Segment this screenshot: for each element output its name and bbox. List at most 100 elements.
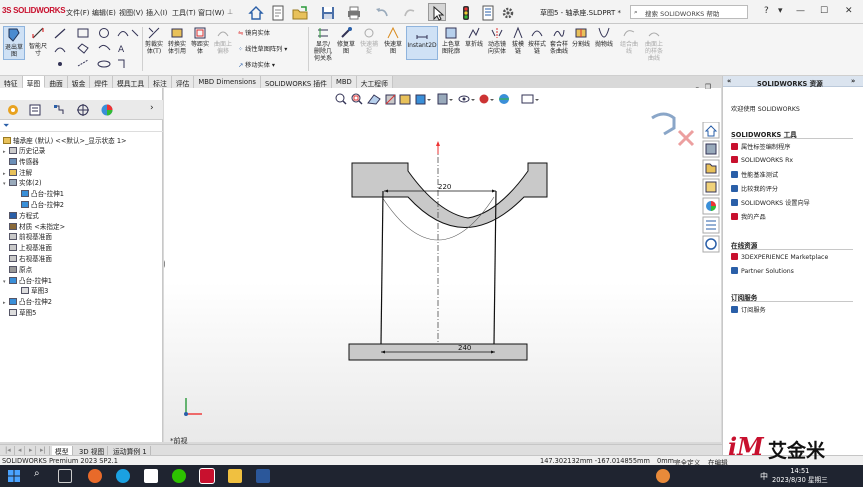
view-orientation-icon[interactable] bbox=[415, 94, 431, 105]
edit-appearance-icon[interactable] bbox=[479, 94, 495, 104]
undo-icon[interactable] bbox=[372, 3, 390, 21]
task-pane-link[interactable]: 比较我的评分 bbox=[731, 184, 778, 193]
mirror-entities-button[interactable]: ⇋ 镜向实体 bbox=[238, 28, 270, 37]
tree-item[interactable]: 右视基准面 bbox=[3, 253, 52, 263]
prev-tab-arrow-icon[interactable]: ◂ bbox=[15, 446, 26, 455]
task-view-icon[interactable] bbox=[58, 469, 72, 483]
composite-curve-button[interactable]: 组合曲 线 bbox=[618, 26, 640, 55]
help-search-input[interactable]: ⌕ 搜索 SOLIDWORKS 帮助 bbox=[630, 5, 748, 19]
tree-item[interactable]: ▾ 实体(2) bbox=[3, 177, 42, 187]
spline-on-surface-button[interactable]: 曲面上 的样条 曲线 bbox=[642, 26, 666, 62]
property-manager-icon[interactable] bbox=[28, 103, 42, 117]
viewport-minimize-icon[interactable]: – bbox=[696, 83, 700, 91]
shaded-sketch-button[interactable]: 上色草 图轮廓 bbox=[440, 26, 462, 55]
task-pane-link[interactable]: 性能基准测试 bbox=[731, 170, 778, 179]
tree-item[interactable]: 草图5 bbox=[3, 307, 36, 317]
parabola-button[interactable]: 抛物线 bbox=[594, 26, 614, 48]
viewport-restore-icon[interactable]: ❐ bbox=[705, 83, 711, 91]
dimxpert-icon[interactable] bbox=[76, 103, 90, 117]
previous-view-icon[interactable] bbox=[367, 94, 381, 105]
maximize-icon[interactable]: ☐ bbox=[820, 6, 828, 16]
tab-mbd-dimensions[interactable]: MBD Dimensions bbox=[194, 76, 261, 88]
tab-mold-tools[interactable]: 模具工具 bbox=[112, 76, 150, 88]
tree-item[interactable]: 上视基准面 bbox=[3, 242, 52, 252]
dynamic-mirror-button[interactable]: 动态镜 向实体 bbox=[486, 26, 508, 55]
tab-engineer[interactable]: 大工程师 bbox=[356, 76, 393, 88]
save-icon[interactable] bbox=[318, 3, 336, 21]
tree-item[interactable]: 材质 <未指定> bbox=[3, 221, 65, 231]
rapid-sketch-button[interactable]: 快速草 图 bbox=[382, 26, 404, 55]
view-settings-icon[interactable] bbox=[521, 94, 539, 104]
surface-offset-button[interactable]: 曲面上 偏移 bbox=[212, 26, 234, 55]
tree-item[interactable]: 凸台-拉伸1 bbox=[15, 188, 64, 198]
fit-spline-button[interactable]: 套合样 条曲线 bbox=[548, 26, 570, 55]
tree-item[interactable]: ▾ 凸台-拉伸1 bbox=[3, 275, 52, 285]
task-pane-link[interactable]: 3DEXPERIENCE Marketplace bbox=[731, 253, 828, 261]
last-tab-arrow-icon[interactable]: ▸| bbox=[37, 446, 50, 455]
task-pane-link[interactable]: 我的产品 bbox=[731, 212, 766, 221]
windows-start-icon[interactable] bbox=[8, 470, 20, 482]
task-pane-link[interactable]: 属性标签编制程序 bbox=[731, 142, 791, 151]
smart-dimension-button[interactable]: 智能尺 寸 bbox=[27, 26, 49, 57]
view-palette-icon[interactable] bbox=[702, 178, 720, 196]
upper-body-section[interactable] bbox=[351, 162, 548, 228]
new-document-icon[interactable] bbox=[268, 3, 286, 21]
section-view-icon[interactable] bbox=[385, 94, 396, 105]
configuration-manager-icon[interactable] bbox=[52, 103, 66, 117]
open-icon[interactable] bbox=[290, 3, 308, 21]
home-icon[interactable] bbox=[702, 122, 720, 139]
tree-filter[interactable]: ⏷ bbox=[0, 120, 163, 132]
zoom-to-fit-icon[interactable] bbox=[335, 93, 347, 105]
menu-tools[interactable]: 工具(T) bbox=[172, 8, 196, 18]
display-style-icon[interactable] bbox=[437, 93, 453, 105]
menu-insert[interactable]: 插入(I) bbox=[146, 8, 168, 18]
file-explorer-taskbar-icon[interactable] bbox=[228, 469, 242, 483]
display-manager-icon[interactable] bbox=[100, 103, 114, 117]
move-entities-button[interactable]: ↗ 移动实体 ▾ bbox=[238, 60, 275, 69]
sketch-entities-grid[interactable]: A bbox=[52, 26, 140, 70]
feature-manager-icon[interactable] bbox=[6, 103, 20, 117]
wechat-icon[interactable] bbox=[172, 469, 186, 483]
edge-icon[interactable] bbox=[116, 469, 130, 483]
style-chain-button[interactable]: 按样式 链 bbox=[528, 26, 546, 55]
chevron-down-icon[interactable]: ▾ bbox=[778, 6, 783, 16]
convert-entities-button[interactable]: 转换实 体引用 bbox=[166, 26, 188, 55]
linear-pattern-button[interactable]: ⁘ 线性草图阵列 ▾ bbox=[238, 44, 287, 53]
quick-snaps-button[interactable]: 快速捕 捉 bbox=[358, 26, 380, 55]
repair-sketch-button[interactable]: 修复草 图 bbox=[336, 26, 356, 55]
dimension-bottom-value[interactable]: 240 bbox=[458, 344, 471, 352]
zoom-to-area-icon[interactable] bbox=[351, 93, 363, 105]
solidworks-logo[interactable]: 3S SOLIDWORKS bbox=[2, 6, 66, 15]
draft-chain-button[interactable]: 拔模 链 bbox=[510, 26, 526, 55]
tab-model[interactable]: 模型 bbox=[52, 446, 73, 456]
design-library-icon[interactable] bbox=[702, 140, 720, 158]
menu-file[interactable]: 文件(F) bbox=[66, 8, 90, 18]
appearances-icon[interactable] bbox=[702, 197, 720, 215]
menu-edit[interactable]: 编辑(E) bbox=[92, 8, 116, 18]
tab-3d-views[interactable]: 3D 视图 bbox=[76, 446, 109, 456]
file-properties-icon[interactable] bbox=[478, 3, 496, 21]
forum-icon[interactable] bbox=[702, 235, 720, 253]
hide-show-items-icon[interactable] bbox=[458, 95, 475, 103]
chevron-down-icon[interactable]: ▾ bbox=[282, 46, 287, 53]
next-tab-arrow-icon[interactable]: ▸ bbox=[26, 446, 37, 455]
tab-addins[interactable]: SOLIDWORKS 插件 bbox=[260, 76, 332, 88]
task-pane-link[interactable]: SOLIDWORKS Rx bbox=[731, 156, 793, 164]
weather-icon[interactable] bbox=[656, 469, 670, 483]
select-pointer-icon[interactable] bbox=[428, 3, 446, 21]
exit-sketch-button[interactable]: 退出草 图 bbox=[3, 26, 25, 60]
welcome-link[interactable]: 欢迎使用 SOLIDWORKS bbox=[731, 104, 800, 113]
store-icon[interactable] bbox=[144, 469, 158, 483]
sketch-canvas[interactable]: 220 240 bbox=[164, 88, 721, 442]
chevron-down-icon[interactable]: ▾ bbox=[270, 62, 275, 69]
display-relations-button[interactable]: 显示/ 删除几 何关系 bbox=[311, 26, 335, 62]
tree-item[interactable]: 原点 bbox=[3, 264, 32, 274]
minimize-icon[interactable]: — bbox=[796, 6, 805, 16]
offset-entities-button[interactable]: 等距实 体 bbox=[190, 26, 210, 55]
tab-features[interactable]: 特征 bbox=[0, 76, 23, 88]
file-explorer-icon[interactable] bbox=[702, 159, 720, 177]
menu-view[interactable]: 视图(V) bbox=[119, 8, 143, 18]
ime-indicator[interactable]: 中 bbox=[760, 471, 768, 482]
traffic-light-icon[interactable] bbox=[456, 3, 474, 21]
tree-item[interactable]: 传感器 bbox=[3, 156, 39, 166]
